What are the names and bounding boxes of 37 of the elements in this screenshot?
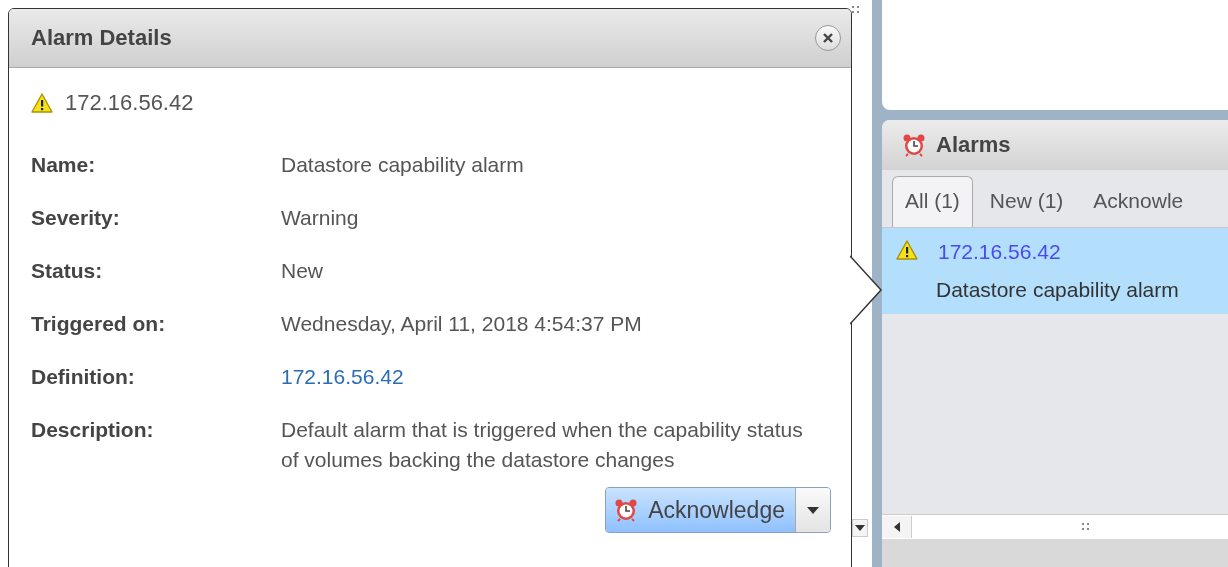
- caret-icon: [855, 525, 865, 531]
- alarm-name: Datastore capability alarm: [936, 278, 1180, 302]
- alarm-entity-link[interactable]: 172.16.56.42: [938, 240, 1214, 264]
- field-value: Default alarm that is triggered when the capability status of volumes backing the datastore changes: [281, 417, 804, 473]
- tab[interactable]: Acknowle: [1080, 176, 1197, 227]
- warning-icon: [31, 93, 53, 113]
- tab[interactable]: New (1): [976, 176, 1077, 227]
- field-label: Severity:: [31, 205, 121, 231]
- field-label: Triggered on:: [31, 311, 167, 337]
- grip-icon: [1082, 523, 1090, 531]
- alarm-clock-icon: [902, 133, 926, 157]
- scroll-down-button[interactable]: [852, 519, 868, 537]
- field-label: Status:: [31, 258, 104, 284]
- caret-icon: [807, 506, 819, 514]
- dropdown-button[interactable]: [796, 488, 830, 532]
- field-value: Wednesday, April 11, 2018 4:54:37 PM: [281, 311, 643, 337]
- definition-link[interactable]: 172.16.56.42: [281, 362, 821, 392]
- field-label: Definition:: [31, 364, 136, 390]
- close-button[interactable]: [815, 25, 841, 51]
- field-value: Datastore capability alarm: [281, 152, 525, 178]
- alarm-clock-icon: [614, 498, 639, 522]
- panel-title: Alarms: [936, 132, 1011, 158]
- caret-icon: [893, 522, 900, 532]
- field-label: Name:: [31, 152, 97, 178]
- field-label: Description:: [31, 417, 155, 443]
- horizontal-scrollbar[interactable]: [882, 514, 1228, 539]
- field-value: Warning: [281, 205, 360, 231]
- warning-icon: [896, 240, 918, 260]
- dialog-title: Alarm Details: [31, 25, 172, 51]
- tab[interactable]: All (1): [892, 176, 973, 227]
- field-value: New: [281, 258, 324, 284]
- acknowledge-button[interactable]: Acknowledge: [606, 488, 796, 532]
- grip-icon: [852, 6, 860, 14]
- entity-name: 172.16.56.42: [65, 90, 194, 116]
- alarm-list-item[interactable]: 172.16.56.42 Datastore capability alarm: [882, 228, 1228, 314]
- close-icon: [822, 32, 834, 44]
- scroll-left-button[interactable]: [882, 516, 912, 538]
